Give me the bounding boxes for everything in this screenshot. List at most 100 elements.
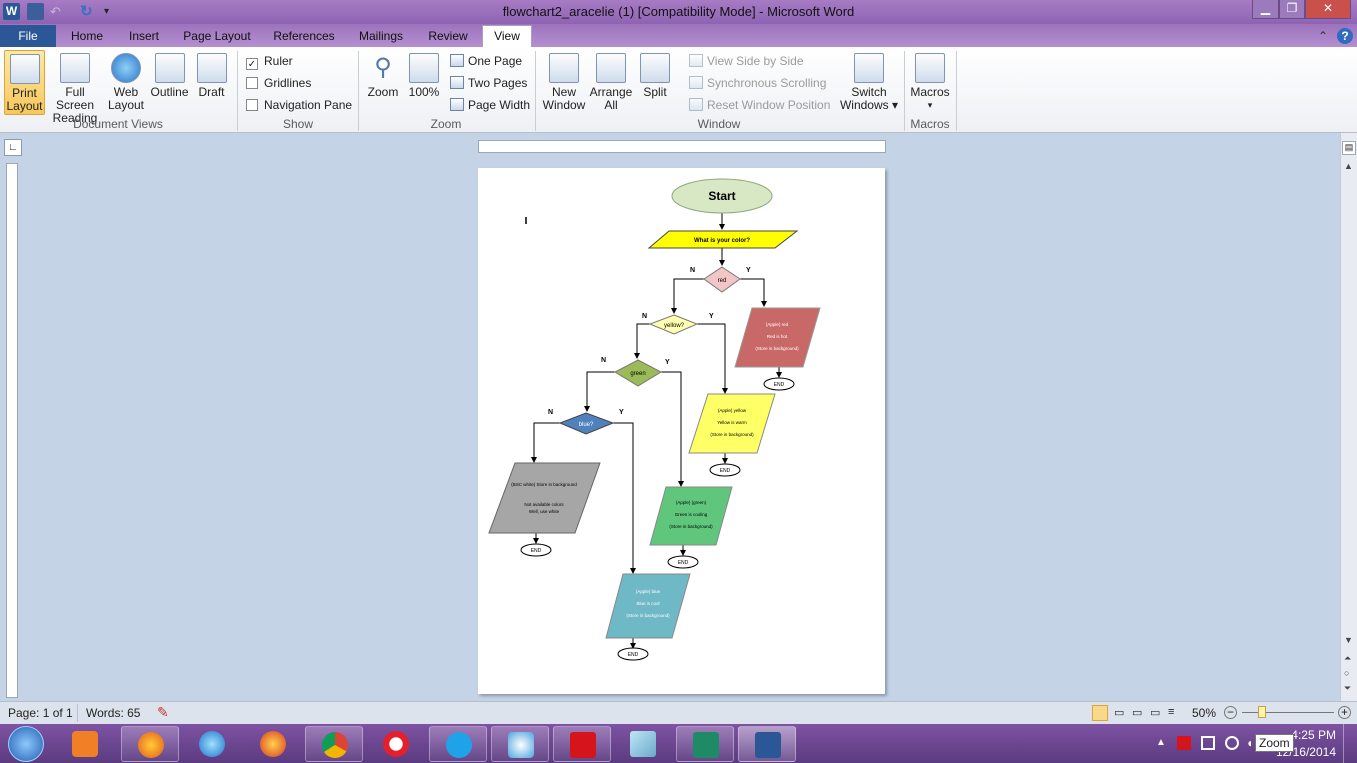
zoom-slider[interactable]	[1242, 712, 1334, 713]
network-tray-icon[interactable]	[1201, 736, 1215, 750]
draft-button[interactable]: Draft	[194, 53, 229, 99]
taskbar-avira[interactable]	[553, 726, 611, 762]
tab-insert[interactable]: Insert	[122, 27, 166, 47]
zoom-button[interactable]: ⚲ Zoom	[366, 53, 400, 99]
tab-mailings[interactable]: Mailings	[352, 27, 410, 47]
zoom-slider-thumb[interactable]	[1258, 706, 1266, 718]
show-desktop-button[interactable]	[1343, 724, 1357, 763]
tab-review[interactable]: Review	[422, 27, 474, 47]
help-icon[interactable]: ?	[1337, 28, 1353, 44]
navigation-pane-checkbox[interactable]: Navigation Pane	[246, 98, 352, 112]
sync-tray-icon[interactable]	[1225, 736, 1239, 750]
taskbar: ▲ ◖ 4:25 PM 12/16/2014 Zoom	[0, 724, 1357, 763]
scroll-down-icon[interactable]: ▼	[1344, 635, 1353, 645]
view-side-by-side-button[interactable]: View Side by Side	[689, 54, 804, 68]
two-pages-button[interactable]: Two Pages	[450, 76, 527, 90]
taskbar-paint[interactable]	[491, 726, 549, 762]
tab-home[interactable]: Home	[64, 27, 110, 47]
draft-view-icon[interactable]: ≡	[1168, 706, 1174, 718]
taskbar-firefox-alt[interactable]	[244, 726, 302, 762]
red-box-line: Red is hot	[767, 334, 788, 339]
checkmark-icon: ✓	[246, 58, 258, 70]
decision-green-label: green	[630, 371, 645, 377]
outline-view-icon[interactable]: ▭	[1150, 706, 1160, 719]
full-screen-reading-button[interactable]: Full Screen Reading	[47, 53, 103, 125]
previous-page-icon[interactable]: ⏶	[1344, 653, 1351, 664]
tab-page-layout[interactable]: Page Layout	[178, 27, 256, 47]
two-pages-icon	[450, 76, 464, 89]
web-layout-button[interactable]: Web Layout	[106, 53, 146, 112]
print-layout-view-icon[interactable]	[1092, 705, 1108, 721]
restore-button[interactable]: ❐	[1279, 0, 1305, 19]
proofing-icon[interactable]: ✎	[157, 704, 169, 721]
minimize-ribbon-icon[interactable]: ⌃	[1316, 27, 1330, 47]
taskbar-media-player[interactable]	[56, 726, 114, 762]
ruler-checkbox[interactable]: ✓ Ruler	[246, 54, 293, 70]
n-label: N	[601, 357, 606, 364]
synchronous-scrolling-button[interactable]: Synchronous Scrolling	[689, 76, 826, 90]
full-screen-view-icon[interactable]: ▭	[1114, 706, 1124, 719]
macros-button[interactable]: Macros ▾	[908, 53, 952, 112]
word-count[interactable]: Words: 65	[86, 706, 140, 720]
page-100-icon	[409, 53, 439, 83]
zoom-in-icon[interactable]: +	[1338, 706, 1351, 719]
split-button[interactable]: Split	[638, 53, 672, 99]
scroll-up-icon[interactable]: ▲	[1344, 161, 1353, 171]
zoom-tooltip: Zoom	[1255, 734, 1294, 752]
output-blue	[605, 573, 691, 639]
title-bar: W ↶ ↻ ▾ flowchart2_aracelie (1) [Compati…	[0, 0, 1357, 24]
avira-tray-icon[interactable]	[1177, 736, 1191, 750]
volume-icon[interactable]: ◖	[1246, 736, 1253, 750]
horizontal-ruler[interactable]	[478, 140, 886, 153]
switch-windows-button[interactable]: Switch Windows ▾	[839, 53, 899, 112]
y-label: Y	[665, 359, 670, 366]
taskbar-firefox[interactable]	[121, 726, 179, 762]
red-box-line: (Store in background)	[755, 346, 799, 351]
page-count[interactable]: Page: 1 of 1	[8, 706, 73, 720]
zoom-100-button[interactable]: 100%	[406, 53, 442, 99]
taskbar-skype[interactable]	[429, 726, 487, 762]
chrome-icon	[322, 732, 348, 758]
taskbar-generic-app[interactable]	[614, 726, 672, 762]
zoom-out-icon[interactable]: −	[1224, 706, 1237, 719]
decision-blue-label: blue?	[579, 422, 594, 428]
vertical-scrollbar[interactable]: ▤ ▲ ▼ ⏶ ○ ⏷	[1340, 133, 1357, 701]
firefox-icon	[138, 732, 164, 758]
select-browse-object-icon[interactable]: ○	[1344, 668, 1349, 678]
print-layout-button[interactable]: Print Layout	[4, 50, 45, 115]
minimize-button[interactable]: ▁	[1252, 0, 1279, 19]
page-width-button[interactable]: Page Width	[450, 98, 530, 112]
view-ruler-icon[interactable]: ▤	[1342, 141, 1356, 155]
reset-window-position-button[interactable]: Reset Window Position	[689, 98, 830, 112]
tab-references[interactable]: References	[268, 27, 340, 47]
vertical-ruler[interactable]	[6, 163, 18, 698]
status-bar: Page: 1 of 1 Words: 65 ✎ ▭ ▭ ▭ ≡ 50% − +	[0, 701, 1357, 724]
tab-selector-icon[interactable]: ∟	[4, 139, 22, 156]
gridlines-checkbox[interactable]: Gridlines	[246, 76, 311, 90]
zoom-level[interactable]: 50%	[1192, 706, 1216, 720]
close-button[interactable]: ✕	[1305, 0, 1351, 19]
tab-view[interactable]: View	[482, 25, 532, 47]
taskbar-chrome[interactable]	[305, 726, 363, 762]
status-separator	[77, 704, 78, 722]
one-page-button[interactable]: One Page	[450, 54, 522, 68]
taskbar-publisher[interactable]	[676, 726, 734, 762]
blue-box-line: (Store in background)	[626, 613, 670, 618]
arrange-all-button[interactable]: Arrange All	[589, 53, 633, 112]
outline-button[interactable]: Outline	[149, 53, 190, 99]
taskbar-internet-explorer[interactable]	[183, 726, 241, 762]
taskbar-opera[interactable]	[367, 726, 425, 762]
start-orb-icon[interactable]	[8, 726, 44, 762]
document-page[interactable]: Start What is your color? red yellow? gr…	[478, 168, 885, 694]
flowchart: Start What is your color? red yellow? gr…	[488, 178, 821, 661]
new-window-button[interactable]: New Window	[540, 53, 588, 112]
taskbar-word[interactable]	[738, 726, 796, 762]
arrange-all-icon	[596, 53, 626, 83]
one-page-icon	[450, 54, 464, 67]
red-box-line: (Apple) red	[766, 322, 789, 327]
web-layout-view-icon[interactable]: ▭	[1132, 706, 1142, 719]
tab-file[interactable]: File	[0, 25, 56, 47]
sync-scroll-icon	[689, 76, 703, 89]
next-page-icon[interactable]: ⏷	[1344, 683, 1351, 694]
show-hidden-icons-icon[interactable]: ▲	[1156, 737, 1166, 748]
